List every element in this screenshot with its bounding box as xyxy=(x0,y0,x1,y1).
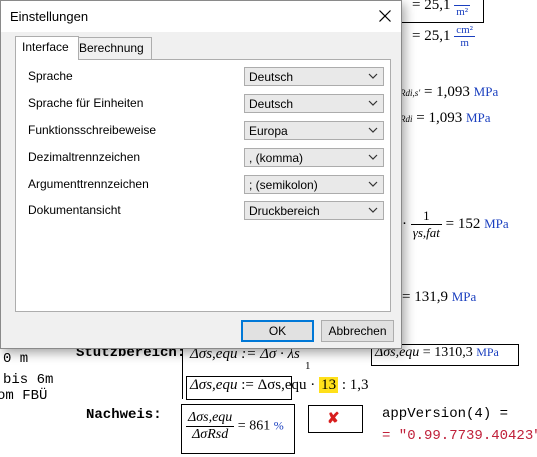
setting-label-dokumentansicht: Dokumentansicht xyxy=(28,203,121,217)
select-argumenttrennzeichen-value: ; (semikolon) xyxy=(249,178,318,192)
val-131-unit: MPa xyxy=(451,289,477,304)
setting-label-argumenttrennzeichen: Argumenttrennzeichen xyxy=(28,177,149,191)
equ1-result-value: = 1310,3 xyxy=(422,345,473,360)
region-bracket xyxy=(182,344,183,399)
sigma-rdi-unit: MPa xyxy=(465,110,491,125)
select-funktionsschreibeweise-value: Europa xyxy=(249,124,288,138)
equ1-subscript: 1 xyxy=(305,360,311,372)
select-sprache-einheiten[interactable]: Deutsch xyxy=(244,94,384,113)
sigma-rdi-value: = 1,093 xyxy=(416,110,463,126)
fat-value: = 152 xyxy=(445,215,481,232)
setting-label-sprache-einheiten: Sprache für Einheiten xyxy=(28,96,144,110)
select-dezimaltrennzeichen-value: , (komma) xyxy=(249,151,303,165)
fail-icon: ✘ xyxy=(327,410,340,427)
chevron-down-icon xyxy=(368,154,378,160)
select-sprache-value: Deutsch xyxy=(249,70,294,84)
dialog-titlebar[interactable]: Einstellungen xyxy=(1,1,401,32)
close-icon xyxy=(379,10,391,22)
chevron-down-icon xyxy=(368,73,378,79)
dialog-title: Einstellungen xyxy=(10,9,89,24)
equ2-box xyxy=(186,376,292,400)
nachweis-label: Nachweis: xyxy=(86,407,162,423)
chevron-down-icon xyxy=(368,181,378,187)
setting-label-funktionsschreibeweise: Funktionsschreibeweise xyxy=(28,123,157,137)
chevron-down-icon xyxy=(368,127,378,133)
nachweis-equation: Δσs,equ ΔσRsd = 861 % xyxy=(186,410,284,443)
nachweis-unit: % xyxy=(273,418,284,433)
sigma-rdi-s-eq: Rdi,s' = 1,093 MPa xyxy=(400,84,498,101)
sigma-rdi-s-value: = 1,093 xyxy=(423,84,470,100)
nachweis-value: = 861 xyxy=(237,418,271,434)
select-dezimaltrennzeichen[interactable]: , (komma) xyxy=(244,148,384,167)
chevron-down-icon xyxy=(368,100,378,106)
tab-berechnung[interactable]: Berechnung xyxy=(72,37,152,59)
left-fragment-4: 0 m xyxy=(3,351,29,367)
val-131-value: = 131,9 xyxy=(402,289,448,305)
appversion-value: = "0.99.7739.40423" xyxy=(382,428,537,444)
top-eq2-value: = 25,1 xyxy=(412,27,451,44)
appversion-call: appVersion(4) = xyxy=(382,406,509,422)
select-dokumentansicht-value: Druckbereich xyxy=(249,204,320,218)
select-funktionsschreibeweise[interactable]: Europa xyxy=(244,121,384,140)
chevron-down-icon xyxy=(368,207,378,213)
select-dokumentansicht[interactable]: Druckbereich xyxy=(244,201,384,220)
top-equation-2: = 25,1 cm² m xyxy=(412,24,475,49)
equ2-tail: : 1,3 xyxy=(341,377,369,393)
fatigue-eq: · 1 γs,fat = 152 MPa xyxy=(402,208,509,240)
val-131-eq: = 131,9 MPa xyxy=(402,289,476,306)
cancel-button[interactable]: Abbrechen xyxy=(321,320,394,342)
sigma-rdi-s-sub: Rdi,s' xyxy=(400,88,421,98)
tab-interface[interactable]: Interface xyxy=(15,36,79,60)
settings-dialog: Einstellungen Interface Berechnung Sprac… xyxy=(0,0,402,349)
interface-panel: Sprache Deutsch Sprache für Einheiten De… xyxy=(15,59,391,312)
fat-frac-den: γs,fat xyxy=(412,225,440,240)
equ1-result-unit: MPa xyxy=(476,345,499,359)
fat-frac-num: 1 xyxy=(410,208,442,225)
fat-unit: MPa xyxy=(484,215,509,231)
equ2-highlighted-value[interactable]: 13 xyxy=(319,377,339,393)
nachweis-num: Δσs,equ xyxy=(186,410,235,427)
top-eq2-unit-num: cm² xyxy=(454,24,475,37)
select-sprache-einheiten-value: Deutsch xyxy=(249,97,294,111)
left-fragment-6: om FBÜ xyxy=(0,388,48,404)
select-argumenttrennzeichen[interactable]: ; (semikolon) xyxy=(244,175,384,194)
nachweis-den: ΔσRsd xyxy=(192,427,229,442)
sigma-rdi-s-unit: MPa xyxy=(473,84,499,99)
setting-label-dezimaltrennzeichen: Dezimaltrennzeichen xyxy=(28,150,141,164)
setting-label-sprache: Sprache xyxy=(28,69,73,83)
close-button[interactable] xyxy=(373,4,397,28)
select-sprache[interactable]: Deutsch xyxy=(244,67,384,86)
left-fragment-5: bis 6m xyxy=(3,372,54,388)
top-eq2-unit-den: m xyxy=(460,37,469,49)
ok-button[interactable]: OK xyxy=(241,320,314,342)
sigma-rdi-eq: Rdi = 1,093 MPa xyxy=(400,110,491,127)
